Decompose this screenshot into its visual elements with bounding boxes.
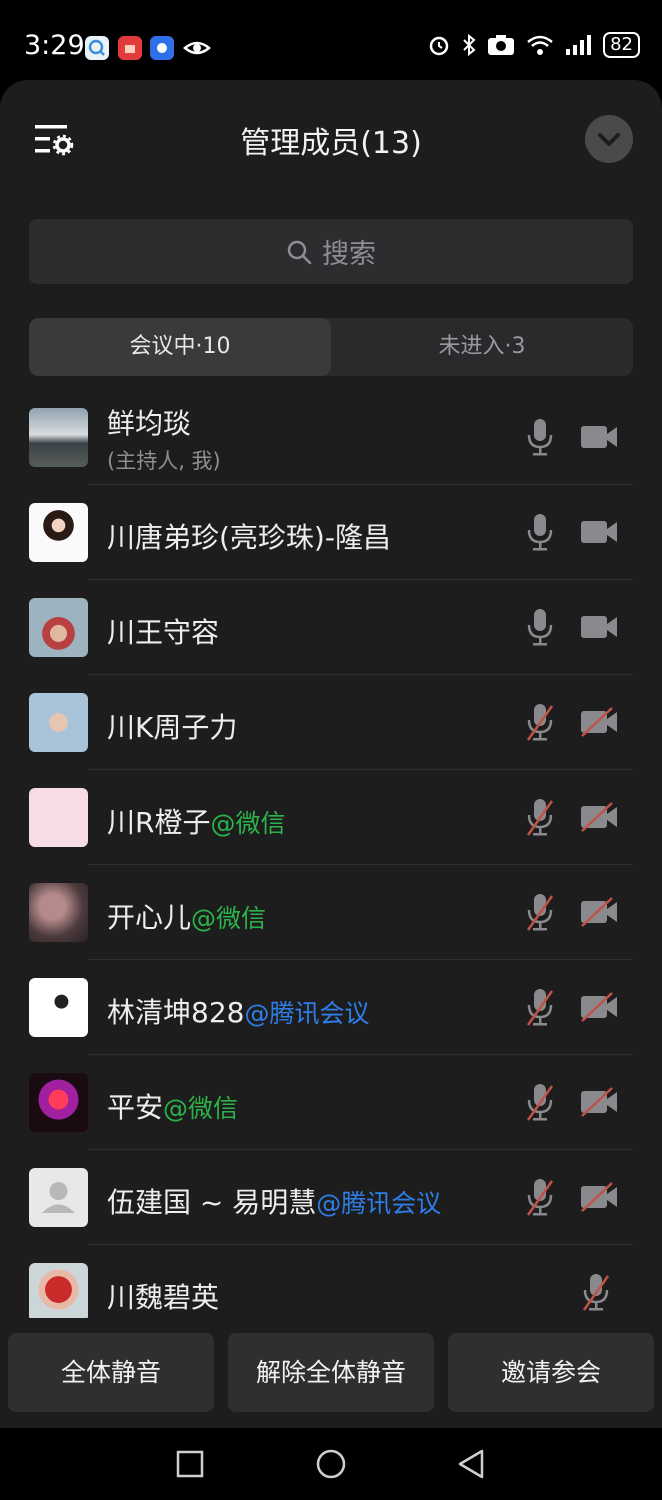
member-name: 川R橙子 — [107, 806, 211, 839]
page-title: 管理成员(13) — [240, 126, 422, 161]
member-name: 川K周子力 — [107, 711, 238, 744]
member-name: 鲜均琰 — [107, 407, 192, 440]
eye-icon — [183, 36, 211, 60]
member-name-line: 川唐弟珍(亮珍珠)-隆昌 — [107, 516, 391, 556]
camera-off-icon[interactable] — [579, 707, 619, 737]
red-envelope-app-icon — [118, 36, 142, 60]
camera-off-icon[interactable] — [579, 1182, 619, 1212]
member-name: 川王守容 — [107, 616, 220, 649]
tab-bar: 会议中·10 未进入·3 — [29, 318, 633, 376]
mic-icon[interactable] — [524, 512, 556, 552]
avatar — [29, 693, 88, 752]
mic-muted-icon[interactable] — [524, 1082, 556, 1122]
member-name-line: 开心儿@微信 — [107, 896, 266, 936]
home-icon[interactable] — [315, 1448, 347, 1480]
mic-icon[interactable] — [524, 417, 556, 457]
member-source-tag: @腾讯会议 — [244, 999, 370, 1028]
avatar — [29, 788, 88, 847]
member-name: 川唐弟珍(亮珍珠)-隆昌 — [107, 521, 391, 554]
mic-icon[interactable] — [524, 607, 556, 647]
member-source-tag: @微信 — [163, 1094, 239, 1123]
member-name-line: 川魏碧英 — [107, 1276, 219, 1316]
mic-muted-icon[interactable] — [524, 702, 556, 742]
member-name-line: 川王守容 — [107, 611, 219, 651]
member-name-line: 川R橙子@微信 — [107, 801, 285, 841]
member-name: 开心儿 — [107, 901, 192, 934]
mic-muted-icon[interactable] — [524, 987, 556, 1027]
camera-off-icon[interactable] — [579, 1087, 619, 1117]
avatar — [29, 1168, 88, 1227]
member-row[interactable]: 川K周子力 — [0, 675, 662, 770]
action-bar: 全体静音 解除全体静音 邀请参会 — [0, 1318, 662, 1428]
chat-app-icon — [85, 36, 109, 60]
member-name-line: 鲜均琰 — [107, 402, 191, 442]
avatar — [29, 978, 88, 1037]
member-name: 伍建国 ~ 易明慧 — [107, 1186, 317, 1219]
system-nav-bar — [0, 1428, 662, 1500]
camera-icon[interactable] — [579, 517, 619, 547]
camera-icon[interactable] — [579, 612, 619, 642]
search-input[interactable]: 搜索 — [29, 219, 633, 284]
member-row[interactable]: 川唐弟珍(亮珍珠)-隆昌 — [0, 485, 662, 580]
member-name-line: 伍建国 ~ 易明慧@腾讯会议 — [107, 1181, 441, 1221]
collapse-button[interactable] — [585, 115, 633, 163]
avatar — [29, 883, 88, 942]
tab-not-joined[interactable]: 未进入·3 — [331, 318, 633, 376]
wifi-icon — [527, 35, 553, 55]
invite-button[interactable]: 邀请参会 — [448, 1333, 654, 1412]
avatar — [29, 1263, 88, 1322]
member-source-tag: @腾讯会议 — [316, 1189, 442, 1218]
camera-off-icon[interactable] — [579, 802, 619, 832]
avatar — [29, 408, 88, 467]
member-row[interactable]: 平安@微信 — [0, 1055, 662, 1150]
member-name-line: 平安@微信 — [107, 1086, 238, 1126]
search-icon — [287, 240, 312, 264]
mute-all-button[interactable]: 全体静音 — [8, 1333, 214, 1412]
avatar — [29, 1073, 88, 1132]
recents-icon[interactable] — [176, 1450, 204, 1478]
avatar — [29, 503, 88, 562]
member-name-line: 川K周子力 — [107, 706, 237, 746]
member-row[interactable]: 川王守容 — [0, 580, 662, 675]
member-row[interactable]: 开心儿@微信 — [0, 865, 662, 960]
member-name: 林清坤828 — [107, 996, 245, 1029]
avatar — [29, 598, 88, 657]
manage-members-sheet: 管理成员(13) 搜索 会议中·10 未进入·3 鲜均琰 (主持人, 我) 川唐弟珍… — [0, 80, 662, 1428]
unmute-all-button[interactable]: 解除全体静音 — [228, 1333, 434, 1412]
search-placeholder: 搜索 — [322, 239, 376, 270]
mic-muted-icon[interactable] — [524, 892, 556, 932]
member-row[interactable]: 鲜均琰 (主持人, 我) — [0, 390, 662, 485]
member-name-line: 林清坤828@腾讯会议 — [107, 991, 369, 1031]
member-role: (主持人, 我) — [107, 449, 221, 473]
bluetooth-icon — [463, 33, 476, 57]
camera-off-icon[interactable] — [579, 897, 619, 927]
back-icon[interactable] — [456, 1448, 486, 1480]
member-row[interactable]: 伍建国 ~ 易明慧@腾讯会议 — [0, 1150, 662, 1245]
camera-icon[interactable] — [579, 422, 619, 452]
battery-icon: 82 — [603, 32, 640, 58]
mic-muted-icon[interactable] — [524, 1177, 556, 1217]
member-source-tag: @微信 — [191, 904, 267, 933]
member-row[interactable]: 林清坤828@腾讯会议 — [0, 960, 662, 1055]
member-name: 川魏碧英 — [107, 1281, 220, 1314]
status-bar: 3:29 82 — [0, 0, 662, 80]
tab-in-meeting[interactable]: 会议中·10 — [29, 318, 331, 376]
status-right-icons: 82 — [427, 32, 640, 58]
chevron-down-icon — [598, 133, 620, 146]
blue-app-icon — [150, 36, 174, 60]
member-row[interactable]: 川R橙子@微信 — [0, 770, 662, 865]
alarm-icon — [429, 36, 449, 56]
camera-icon — [488, 35, 515, 55]
member-name: 平安 — [107, 1091, 164, 1124]
mic-muted-icon[interactable] — [524, 797, 556, 837]
status-time: 3:29 — [24, 30, 85, 61]
camera-off-icon[interactable] — [579, 992, 619, 1022]
member-source-tag: @微信 — [210, 809, 286, 838]
signal-icon — [566, 35, 592, 55]
mic-muted-icon[interactable] — [580, 1272, 612, 1312]
